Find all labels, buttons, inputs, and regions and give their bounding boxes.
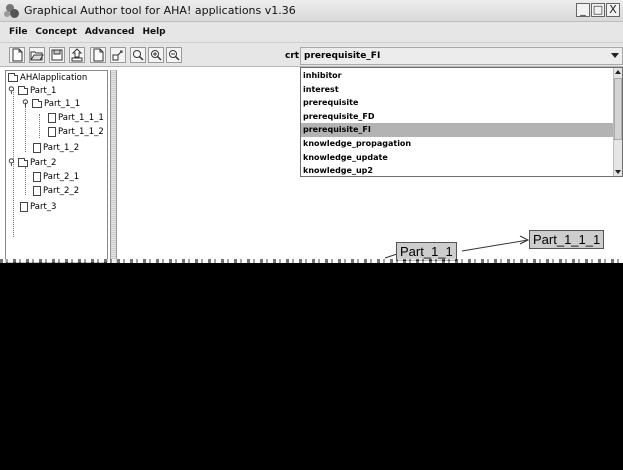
close-button[interactable]: X: [606, 3, 620, 17]
tree-item-label: Part_2: [30, 158, 57, 168]
document-icon: [33, 186, 41, 196]
document-icon: [33, 172, 41, 182]
link-icon[interactable]: [110, 47, 126, 63]
menu-file[interactable]: File: [9, 27, 27, 37]
tree-item-label: Part_1_1_1: [58, 113, 104, 123]
tree-item-label: Part_1_1_2: [58, 127, 104, 137]
expand-handle-icon[interactable]: ⚲: [8, 86, 16, 96]
concept-tree[interactable]: AHAlapplication ⚲ Part_1 ⚲ Part_1_1 Part…: [5, 70, 108, 263]
expand-handle-icon[interactable]: ⚲: [8, 158, 16, 168]
concept-node[interactable]: Part_1_1_1: [529, 230, 605, 249]
menu-concept[interactable]: Concept: [35, 27, 76, 37]
export-icon[interactable]: [69, 47, 85, 63]
save-icon[interactable]: [49, 47, 65, 63]
zoom-out-icon[interactable]: [166, 47, 182, 63]
tree-item-label: Part_1_2: [43, 143, 80, 153]
dropdown-scrollbar[interactable]: [613, 68, 622, 176]
dropdown-option[interactable]: knowledge_update: [301, 151, 614, 165]
split-pane-divider[interactable]: [110, 70, 117, 263]
document-icon: [48, 127, 56, 137]
scroll-thumb[interactable]: [614, 78, 622, 140]
scroll-up-icon[interactable]: [615, 70, 621, 74]
folder-icon: [18, 85, 28, 95]
title-bar: Graphical Author tool for AHA! applicati…: [0, 0, 623, 22]
crt-select[interactable]: prerequisite_FI: [300, 47, 623, 65]
tree-item-part-3[interactable]: Part_3: [20, 202, 56, 212]
dropdown-option-selected[interactable]: prerequisite_FI: [301, 123, 614, 137]
crt-dropdown-list[interactable]: inhibitor interest prerequisite prerequi…: [300, 67, 623, 177]
tree-item-label: AHAlapplication: [20, 73, 88, 83]
folder-icon: [18, 157, 28, 167]
tree-item-label: Part_1: [30, 86, 57, 96]
search-icon[interactable]: [130, 47, 146, 63]
tree-item-part-1-1-1[interactable]: Part_1_1_1: [48, 113, 104, 123]
app-icon: [4, 3, 20, 19]
new-page-icon[interactable]: [90, 47, 106, 63]
crt-selected-value: prerequisite_FI: [304, 51, 381, 61]
window-title: Graphical Author tool for AHA! applicati…: [24, 4, 296, 17]
tree-item-label: Part_3: [30, 202, 57, 212]
zoom-in-icon[interactable]: [148, 47, 164, 63]
tree-item-part-1[interactable]: ⚲ Part_1: [8, 85, 57, 96]
expand-handle-icon[interactable]: ⚲: [22, 99, 30, 109]
minimize-button[interactable]: _: [576, 3, 590, 17]
tree-item-label: Part_1_1: [44, 99, 81, 109]
document-icon: [48, 113, 56, 123]
blank-region: [0, 263, 623, 470]
tree-item-part-1-1-2[interactable]: Part_1_1_2: [48, 127, 104, 137]
open-icon[interactable]: [29, 47, 45, 63]
dropdown-option[interactable]: interest: [301, 83, 614, 97]
dropdown-option[interactable]: prerequisite: [301, 96, 614, 110]
toolbar: crt: prerequisite_FI: [0, 42, 623, 67]
menu-advanced[interactable]: Advanced: [85, 27, 135, 37]
new-concept-icon[interactable]: [9, 47, 25, 63]
document-icon: [20, 202, 28, 212]
dropdown-option[interactable]: knowledge_propagation: [301, 137, 614, 151]
document-icon: [33, 143, 41, 153]
tree-item-label: Part_2_1: [43, 172, 80, 182]
maximize-button[interactable]: □: [591, 3, 605, 17]
window-controls: _ □ X: [576, 3, 620, 17]
tree-item-part-1-2[interactable]: Part_1_2: [33, 143, 79, 153]
scroll-down-icon[interactable]: [615, 170, 621, 174]
dropdown-option[interactable]: knowledge_up2: [301, 164, 614, 178]
tree-item-part-2-2[interactable]: Part_2_2: [33, 186, 79, 196]
tree-item-label: Part_2_2: [43, 186, 80, 196]
folder-icon: [32, 98, 42, 108]
folder-icon: [8, 72, 18, 82]
tree-item-part-2[interactable]: ⚲ Part_2: [8, 157, 57, 168]
chevron-down-icon[interactable]: [611, 53, 619, 58]
dropdown-option[interactable]: inhibitor: [301, 69, 614, 83]
menu-bar: File Concept Advanced Help: [0, 22, 623, 42]
menu-help[interactable]: Help: [142, 27, 165, 37]
dropdown-option[interactable]: prerequisite_FD: [301, 110, 614, 124]
tree-item-root[interactable]: AHAlapplication: [8, 72, 88, 83]
tree-item-part-1-1[interactable]: ⚲ Part_1_1: [22, 98, 81, 109]
tree-item-part-2-1[interactable]: Part_2_1: [33, 172, 79, 182]
